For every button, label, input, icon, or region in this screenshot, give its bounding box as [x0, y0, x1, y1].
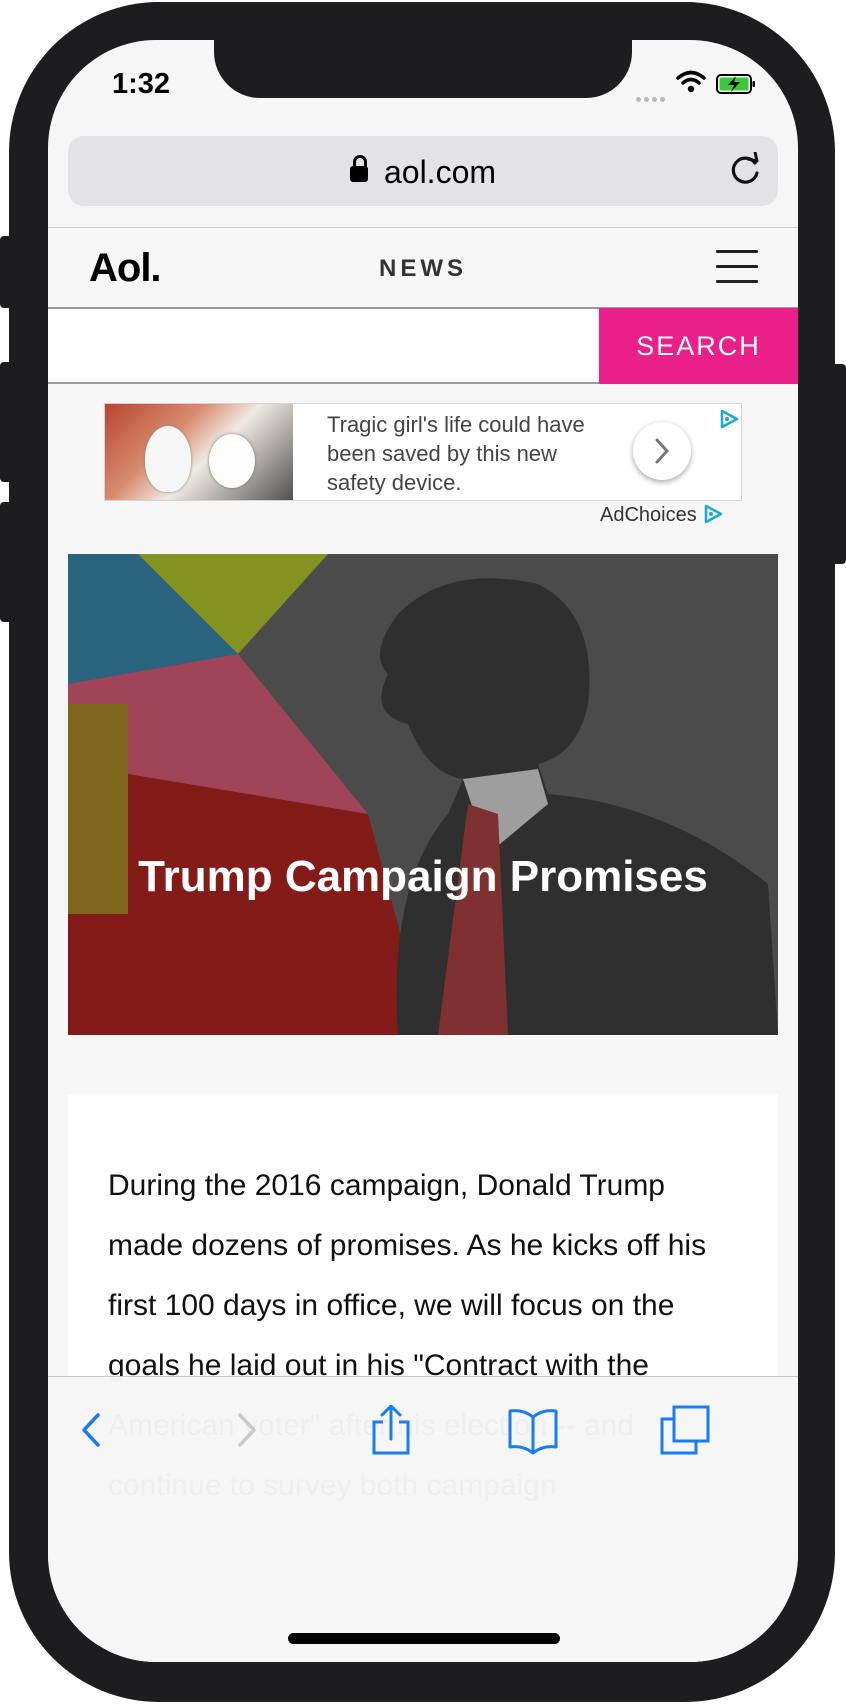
search-input[interactable] [48, 308, 599, 384]
battery-charging-icon [716, 74, 755, 94]
reload-icon[interactable] [726, 152, 764, 190]
chevron-right-icon [655, 438, 670, 464]
ad-text[interactable]: Tragic girl's life could have been saved… [327, 410, 617, 497]
volume-up-button [0, 362, 12, 482]
ad-banner[interactable]: Tragic girl's life could have been saved… [104, 403, 742, 501]
mute-switch [0, 236, 12, 308]
ad-next-button[interactable] [633, 422, 691, 480]
lock-icon [349, 155, 368, 182]
hamburger-menu-icon[interactable] [716, 250, 758, 286]
adchoices-icon [704, 504, 722, 524]
hero-title[interactable]: Trump Campaign Promises [68, 852, 778, 902]
power-button [832, 364, 846, 564]
share-icon[interactable] [366, 1405, 416, 1455]
adchoices-icon[interactable] [719, 409, 739, 429]
site-header: Aol. NEWS [48, 227, 798, 308]
adchoices-label: AdChoices [600, 504, 697, 526]
hero-banner[interactable]: Trump Campaign Promises [68, 554, 778, 1035]
forward-icon[interactable] [220, 1405, 270, 1455]
adchoices-link[interactable]: AdChoices [600, 504, 723, 527]
section-title[interactable]: NEWS [48, 255, 798, 283]
back-icon[interactable] [68, 1405, 118, 1455]
home-indicator[interactable] [288, 1633, 560, 1644]
screen: 1:32 aol.com Aol. NEWS SEARCH Tragic gir… [48, 40, 798, 1662]
bookmarks-icon[interactable] [508, 1405, 558, 1455]
search-button[interactable]: SEARCH [599, 308, 798, 384]
address-bar[interactable]: aol.com [68, 136, 778, 206]
url-text: aol.com [383, 154, 497, 190]
volume-down-button [0, 502, 12, 622]
status-time: 1:32 [112, 68, 171, 100]
ad-image-device [145, 426, 191, 492]
ad-image[interactable] [105, 404, 293, 500]
tabs-icon[interactable] [660, 1405, 710, 1455]
url-display[interactable]: aol.com [68, 154, 778, 191]
cellular-signal-icon [636, 89, 668, 107]
browser-toolbar [48, 1376, 798, 1662]
ad-image-device [209, 434, 255, 488]
notch [214, 40, 632, 98]
wifi-icon [676, 70, 706, 93]
hero-image [68, 554, 778, 1035]
